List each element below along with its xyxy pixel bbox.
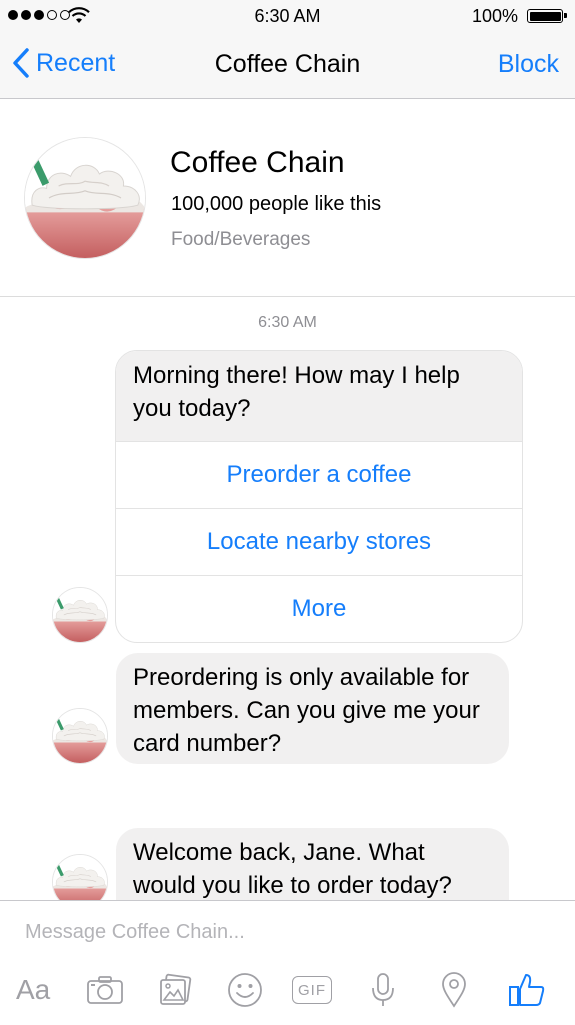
battery-percent: 100% [471, 6, 518, 26]
block-button[interactable]: Block [498, 50, 559, 79]
quick-reply-card: Morning there! How may I help you today?… [115, 350, 523, 643]
gif-label: GIF [292, 976, 332, 1004]
navigation-bar: Recent Coffee Chain Block [0, 32, 575, 99]
page-avatar[interactable] [24, 137, 146, 259]
camera-icon[interactable] [86, 970, 124, 1010]
location-icon[interactable] [440, 970, 468, 1010]
sender-avatar [52, 587, 108, 643]
gif-icon[interactable]: GIF [292, 970, 332, 1010]
message-text: Preordering is only available for member… [133, 664, 480, 757]
page-title: Coffee Chain [214, 50, 361, 78]
page-name[interactable]: Coffee Chain [170, 146, 345, 180]
page-likes: 100,000 people like this [171, 193, 382, 215]
page-category: Food/Beverages [171, 229, 311, 250]
message-text: Welcome back, Jane. What would you like … [133, 839, 452, 899]
sender-avatar [52, 708, 108, 764]
option-more-button[interactable]: More [116, 575, 522, 642]
page-profile-header: Coffee Chain 100,000 people like this Fo… [0, 99, 575, 297]
chat-timestamp: 6:30 AM [258, 314, 317, 331]
message-bubble: Preordering is only available for member… [116, 653, 509, 764]
gallery-icon[interactable] [158, 970, 192, 1010]
battery-icon [527, 9, 567, 23]
emoji-icon[interactable] [227, 970, 263, 1010]
like-icon[interactable] [508, 970, 546, 1010]
message-input[interactable]: Message Coffee Chain... [25, 921, 245, 944]
message-text: Morning there! How may I help you today? [116, 351, 522, 441]
option-locate-stores-button[interactable]: Locate nearby stores [116, 508, 522, 575]
composer-toolbar: Aa GIF [0, 960, 575, 1020]
status-bar: 6:30 AM 100% [0, 0, 575, 32]
option-preorder-button[interactable]: Preorder a coffee [116, 441, 522, 508]
microphone-icon[interactable] [370, 970, 396, 1010]
text-format-icon[interactable]: Aa [16, 970, 50, 1010]
